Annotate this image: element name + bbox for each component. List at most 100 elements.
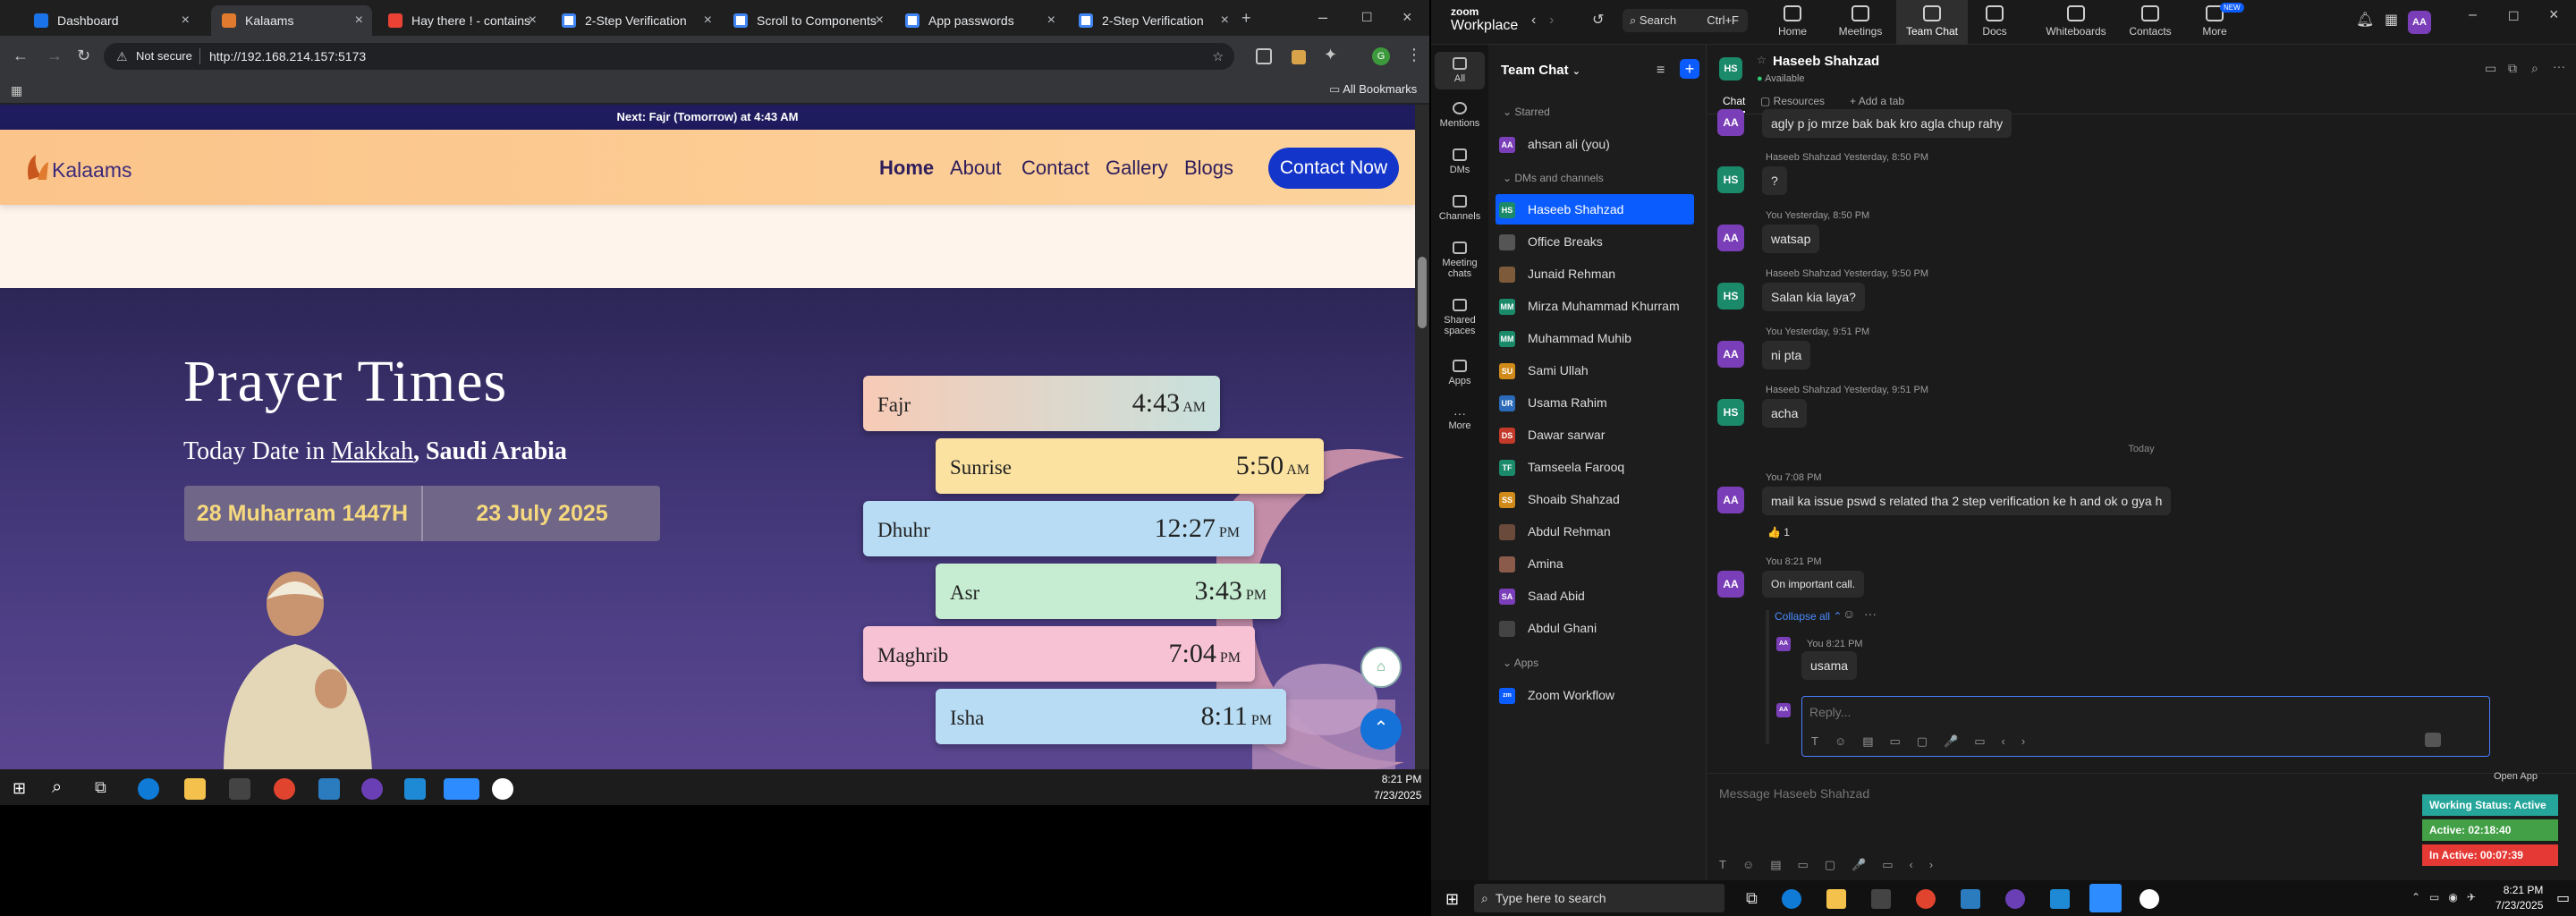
notifications-icon[interactable]: ▭ — [2556, 889, 2570, 907]
message-input[interactable] — [1719, 783, 2256, 804]
section-apps[interactable]: ⌄ Apps — [1503, 657, 1538, 669]
clock[interactable]: 8:21 PM 7/23/2025 — [2496, 883, 2543, 913]
message-bubble[interactable]: watsap — [1762, 225, 1820, 253]
system-tray-icons[interactable]: ⌃▭◉✈ — [2411, 891, 2485, 903]
contact-now-button[interactable]: Contact Now — [1268, 148, 1399, 189]
list-item[interactable]: MM Muhammad Muhib — [1496, 323, 1694, 353]
reload-icon[interactable]: ↻ — [77, 47, 90, 64]
open-app-link[interactable]: Open App — [2494, 771, 2538, 782]
team-chat-title[interactable]: Team Chat ⌄ — [1501, 63, 1580, 78]
forward-icon[interactable]: › — [1549, 13, 1554, 29]
window-close-icon[interactable]: × — [1402, 9, 1412, 25]
close-icon[interactable]: × — [2549, 5, 2559, 24]
task-view-icon[interactable]: ⧉ — [95, 778, 106, 797]
reply-input[interactable] — [1809, 702, 2257, 722]
scroll-to-top-button[interactable]: ⌃ — [1360, 708, 1402, 750]
close-icon[interactable]: × — [529, 13, 537, 29]
app-icon[interactable] — [1961, 889, 1980, 909]
vscode-icon[interactable] — [2050, 889, 2070, 909]
github-desktop-icon[interactable] — [361, 778, 383, 800]
github-desktop-icon[interactable] — [2005, 889, 2025, 909]
file-explorer-icon[interactable] — [184, 778, 206, 800]
maximize-icon[interactable]: ☐ — [2508, 9, 2520, 24]
tab-resources[interactable]: ▢ Resources — [1760, 95, 1825, 107]
tab-kalaams[interactable]: Kalaams × — [211, 5, 372, 36]
new-tab-icon[interactable]: + — [1241, 10, 1251, 26]
calendar-icon[interactable]: ▦ — [2385, 11, 2398, 29]
list-item[interactable]: Abdul Rehman — [1496, 516, 1694, 547]
tab-home[interactable]: Home — [1766, 5, 1819, 38]
list-item[interactable]: AA ahsan ali (you) — [1496, 129, 1694, 159]
chrome-icon[interactable] — [1916, 889, 1936, 909]
vscode-icon[interactable] — [404, 778, 426, 800]
clock[interactable]: 8:21 PM 7/23/2025 — [1374, 771, 1421, 803]
chrome-icon[interactable] — [274, 778, 295, 800]
nav-blogs[interactable]: Blogs — [1184, 157, 1233, 180]
tab-contacts[interactable]: Contacts — [2123, 5, 2177, 38]
page-scrollbar[interactable] — [1415, 105, 1429, 769]
list-item[interactable]: Amina — [1496, 548, 1694, 579]
back-icon[interactable]: ← — [13, 47, 29, 64]
bookmark-star-icon[interactable]: ☆ — [1212, 43, 1224, 70]
nav-gallery[interactable]: Gallery — [1106, 157, 1168, 180]
store-icon[interactable] — [229, 778, 250, 800]
profile-avatar[interactable]: G — [1372, 47, 1390, 65]
list-item[interactable]: Abdul Ghani — [1496, 613, 1694, 643]
app-icon-2[interactable] — [2140, 889, 2159, 909]
message-bubble[interactable]: mail ka issue pswd s related tha 2 step … — [1762, 487, 2172, 515]
list-item[interactable]: Office Breaks — [1496, 226, 1694, 257]
app-icon[interactable] — [318, 778, 340, 800]
city-link[interactable]: Makkah — [331, 437, 413, 465]
add-tab-button[interactable]: + Add a tab — [1850, 95, 1904, 107]
bell-icon[interactable]: 🔔︎ — [2356, 11, 2374, 29]
back-icon[interactable]: ‹ — [1531, 13, 1536, 29]
apps-grid-icon[interactable]: ▦ — [11, 82, 22, 98]
rail-all[interactable]: All — [1435, 52, 1485, 89]
message-bubble[interactable]: On important call. — [1762, 571, 1865, 598]
edge-icon[interactable] — [138, 778, 159, 800]
rail-meeting-chats[interactable]: Meeting chats — [1435, 242, 1485, 279]
reaction-thumbs-up[interactable]: 👍 1 — [1767, 526, 1790, 539]
edge-icon[interactable] — [1782, 889, 1801, 909]
chat-contact-name[interactable]: Haseeb Shahzad — [1773, 54, 1879, 69]
rail-mentions[interactable]: Mentions — [1435, 102, 1485, 129]
list-item-selected[interactable]: HS Haseeb Shahzad — [1496, 194, 1694, 225]
new-chat-button[interactable]: + — [1680, 59, 1699, 79]
section-dms[interactable]: ⌄ DMs and channels — [1503, 172, 1604, 184]
rail-apps[interactable]: Apps — [1435, 360, 1485, 386]
tab-meetings[interactable]: Meetings — [1834, 5, 1887, 38]
tab-whiteboards[interactable]: Whiteboards — [2036, 5, 2116, 38]
send-icon[interactable] — [2425, 733, 2441, 747]
taskbar-search-input[interactable]: ⌕ Type here to search — [1474, 884, 1724, 912]
nav-about[interactable]: About — [950, 157, 1002, 180]
star-icon[interactable]: ☆ — [1757, 54, 1767, 66]
history-icon[interactable]: ↺ — [1592, 11, 1604, 29]
tab-scroll-to-components[interactable]: Scroll to Components × — [723, 5, 893, 36]
add-reaction-icon[interactable]: ☺ — [1843, 606, 1855, 621]
rail-dms[interactable]: DMs — [1435, 148, 1485, 175]
profile-avatar[interactable]: AA — [2408, 11, 2431, 34]
thread-reply-bubble[interactable]: usama — [1801, 651, 1858, 680]
tab-gmail[interactable]: Hay there ! - contains × — [377, 5, 546, 36]
list-item[interactable]: Junaid Rehman — [1496, 259, 1694, 289]
app-icon-2[interactable] — [492, 778, 513, 800]
composer-toolbar[interactable]: T☺▤▭▢🎤▭‹› — [1719, 858, 1949, 872]
list-item[interactable]: SS Shoaib Shahzad — [1496, 484, 1694, 514]
tab-team-chat[interactable]: Team Chat — [1896, 0, 1968, 45]
mosque-fab-button[interactable]: ⌂ — [1360, 647, 1402, 688]
forward-icon[interactable]: → — [47, 47, 63, 64]
tab-dashboard[interactable]: Dashboard × — [23, 5, 199, 36]
windows-start-icon[interactable]: ⊞ — [13, 779, 26, 798]
zoom-taskbar-icon[interactable] — [444, 778, 479, 800]
tab-app-passwords[interactable]: App passwords × — [894, 5, 1064, 36]
section-starred[interactable]: ⌄ Starred — [1503, 106, 1550, 118]
list-item[interactable]: MM Mirza Muhammad Khurram — [1496, 291, 1694, 321]
close-icon[interactable]: × — [704, 13, 712, 29]
rail-channels[interactable]: Channels — [1435, 195, 1485, 222]
message-bubble[interactable]: ni pta — [1762, 341, 1811, 369]
list-item[interactable]: TF Tamseela Farooq — [1496, 452, 1694, 482]
list-item[interactable]: zm Zoom Workflow — [1496, 680, 1694, 710]
task-view-icon[interactable]: ⧉ — [1746, 889, 1758, 908]
extension-icon-2[interactable] — [1292, 50, 1306, 64]
close-icon[interactable]: × — [182, 13, 190, 29]
